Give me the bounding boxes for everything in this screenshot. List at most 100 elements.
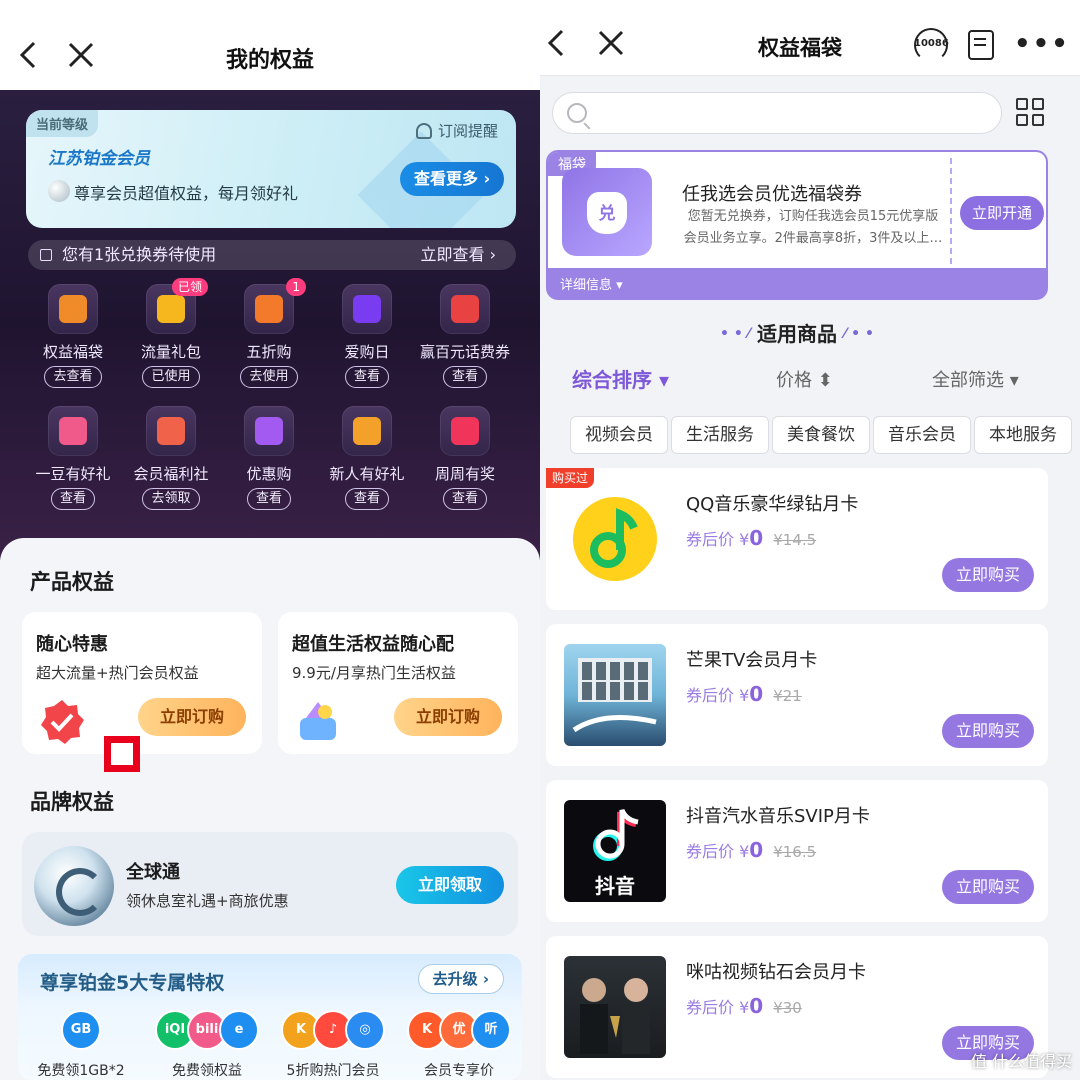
benefit-item[interactable]: 周周有奖 查看: [416, 406, 514, 510]
privilege-app-icon: GB: [61, 1010, 101, 1050]
red-square-marker: [104, 736, 140, 772]
benefit-item[interactable]: 已领 流量礼包 已使用: [122, 278, 220, 388]
right-top-bar: 权益福袋 10086 •••: [540, 0, 1080, 76]
benefit-item[interactable]: 爱购日 查看: [318, 284, 416, 388]
brand-card-global[interactable]: 全球通 领休息室礼遇+商旅优惠 立即领取: [22, 832, 518, 936]
price-value: 0: [749, 994, 764, 1018]
benefit-icon-glyph: [255, 417, 283, 445]
view-coupon-link[interactable]: 立即查看 ›: [421, 240, 497, 270]
view-more-button[interactable]: 查看更多 ›: [400, 162, 505, 196]
buy-now-button[interactable]: 立即购买: [942, 714, 1034, 748]
benefit-action-button[interactable]: 查看: [442, 488, 487, 510]
dashed-divider: [950, 158, 952, 264]
lucky-bag-card[interactable]: 福袋 兑 任我选会员优选福袋券 您暂无兑换券，订购任我选会员15元优享版会员业务…: [546, 150, 1048, 300]
member-level-card: 当前等级 订阅提醒 江苏铂金会员 尊享会员超值权益，每月领好礼 查看更多 ›: [26, 110, 516, 228]
customer-service-label: 10086: [914, 38, 949, 49]
benefit-icon: [342, 284, 392, 334]
privilege-icons: iQI bili e: [144, 1010, 270, 1052]
privilege-icons: GB: [18, 1010, 144, 1052]
privilege-item[interactable]: K 优听会员专享价: [396, 1010, 522, 1080]
buy-now-button[interactable]: 立即购买: [942, 558, 1034, 592]
price-value: 0: [749, 526, 764, 550]
benefit-item[interactable]: 赢百元话费券 查看: [416, 284, 514, 388]
privilege-label: 免费领1GB*2: [37, 1063, 125, 1079]
member-tier: 江苏铂金会员: [48, 149, 150, 169]
benefit-action-button[interactable]: 查看: [442, 366, 487, 388]
order-button[interactable]: 立即订购: [138, 698, 246, 736]
sparkle-right-icon: ⁄ • •: [843, 326, 874, 342]
benefit-item[interactable]: 一豆有好礼 查看: [24, 406, 122, 510]
goods-name: 芒果TV会员月卡: [686, 650, 818, 671]
privilege-item[interactable]: iQI bili e 免费领权益: [144, 1010, 270, 1080]
page-title: 我的权益: [225, 48, 314, 73]
privilege-item[interactable]: K ♪ ◎ 5折购热门会员: [270, 1010, 396, 1080]
coupon-reminder-bar[interactable]: 您有1张兑换券待使用 立即查看 ›: [28, 240, 516, 270]
goods-price: 券后价 ¥0 ¥30: [686, 994, 802, 1018]
product-title: 随心特惠: [36, 634, 108, 655]
subscribe-reminder[interactable]: 订阅提醒: [415, 120, 498, 141]
platinum-privileges-card: 尊享铂金5大专属特权 去升级 › GB 免费领1GB*2 iQI bili e 免费领权益…: [18, 954, 522, 1080]
benefit-label: 优惠购: [246, 465, 292, 483]
benefit-item[interactable]: 会员福利社 去领取: [122, 406, 220, 510]
brand-section-title: 品牌权益: [30, 790, 114, 814]
category-chip[interactable]: 美食餐饮: [772, 416, 870, 454]
lucky-bag-image: 兑: [562, 168, 652, 256]
coupon-text: 您有1张兑换券待使用: [62, 245, 217, 264]
bell-icon: [415, 123, 432, 139]
product-card-suixin[interactable]: 随心特惠 超大流量+热门会员权益 立即订购: [22, 612, 262, 754]
lucky-bag-body: 福袋 兑 任我选会员优选福袋券 您暂无兑换券，订购任我选会员15元优享版会员业务…: [548, 152, 1046, 268]
goods-card[interactable]: 抖音 抖音汽水音乐SVIP月卡 券后价 ¥0 ¥16.5 立即购买: [546, 780, 1048, 922]
category-chip[interactable]: 视频会员: [570, 416, 668, 454]
details-toggle[interactable]: 详细信息 ▾: [560, 274, 623, 293]
claim-button[interactable]: 立即领取: [396, 866, 504, 904]
sort-overall[interactable]: 综合排序 ▾: [572, 364, 669, 393]
benefit-label: 会员福利社: [133, 465, 209, 483]
category-chip[interactable]: 本地服务: [974, 416, 1072, 454]
goods-card[interactable]: 芒果TV会员月卡 券后价 ¥0 ¥21 立即购买: [546, 624, 1048, 766]
benefit-icon: [440, 406, 490, 456]
benefit-action-button[interactable]: 去领取: [142, 488, 200, 510]
original-price: ¥16.5: [773, 843, 817, 861]
benefit-action-button[interactable]: 查看: [50, 488, 95, 510]
section-title: 适用商品: [757, 322, 837, 346]
price-prefix: 券后价 ¥: [686, 998, 750, 1017]
mango-logo: [564, 644, 666, 746]
benefit-item[interactable]: 1 五折购 去使用: [220, 278, 318, 388]
search-input[interactable]: [552, 92, 1002, 134]
category-chip[interactable]: 音乐会员: [873, 416, 971, 454]
privilege-label: 5折购热门会员: [286, 1063, 380, 1079]
edit-note-icon[interactable]: [968, 30, 994, 60]
sort-price[interactable]: 价格 ⬍: [776, 366, 833, 392]
benefit-label: 爱购日: [344, 343, 390, 361]
activate-button[interactable]: 立即开通: [960, 196, 1044, 230]
benefit-action-button[interactable]: 去使用: [240, 366, 298, 388]
benefit-item[interactable]: 优惠购 查看: [220, 406, 318, 510]
benefit-action-button[interactable]: 去查看: [44, 366, 102, 388]
right-screen: 权益福袋 10086 ••• 福袋 兑 任我选会员优选福袋券 您暂无兑换券，订购…: [540, 0, 1080, 1080]
grid-view-icon[interactable]: [1016, 98, 1046, 128]
global-pass-logo: [34, 846, 114, 926]
benefit-icon-glyph: [353, 295, 381, 323]
buy-now-button[interactable]: 立即购买: [942, 870, 1034, 904]
benefit-action-button[interactable]: 查看: [246, 488, 291, 510]
order-button[interactable]: 立即订购: [394, 698, 502, 736]
benefit-item[interactable]: 新人有好礼 查看: [318, 406, 416, 510]
original-price: ¥30: [773, 999, 802, 1017]
benefit-icon: [48, 406, 98, 456]
product-card-life[interactable]: 超值生活权益随心配 9.9元/月享热门生活权益 立即订购: [278, 612, 518, 754]
benefit-label: 新人有好礼: [329, 465, 405, 483]
goods-card[interactable]: 购买过 QQ音乐豪华绿钻月卡 券后价 ¥0 ¥14.5 立即购买: [546, 468, 1048, 610]
benefit-label: 五折购: [246, 343, 292, 361]
benefit-action-button[interactable]: 查看: [344, 488, 389, 510]
filter-all[interactable]: 全部筛选 ▾: [932, 366, 1019, 392]
more-icon[interactable]: •••: [1014, 31, 1070, 57]
benefit-action-button[interactable]: 已使用: [142, 366, 200, 388]
benefit-icon: [244, 406, 294, 456]
upgrade-button[interactable]: 去升级 ›: [417, 964, 504, 994]
member-description: 尊享会员超值权益，每月领好礼: [74, 184, 299, 203]
benefit-action-button[interactable]: 查看: [344, 366, 389, 388]
privilege-item[interactable]: GB 免费领1GB*2: [18, 1010, 144, 1080]
benefit-item[interactable]: 权益福袋 去查看: [24, 284, 122, 388]
goods-name: QQ音乐豪华绿钻月卡: [686, 494, 859, 515]
category-chip[interactable]: 生活服务: [671, 416, 769, 454]
